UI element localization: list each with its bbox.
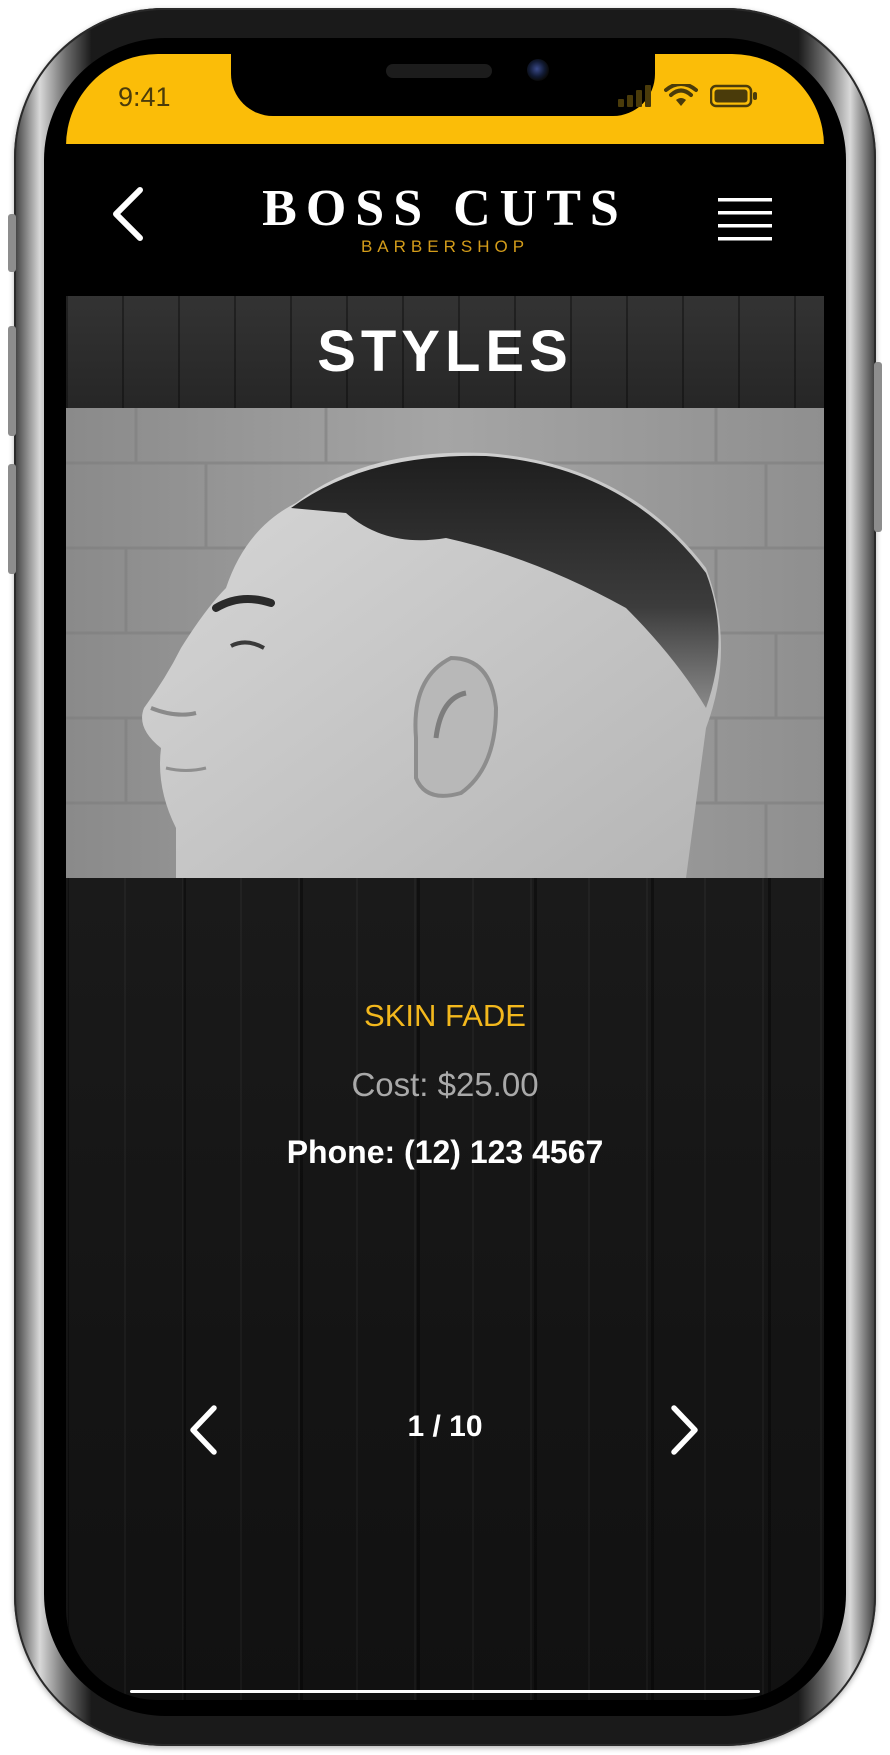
- hamburger-menu-icon: [718, 198, 772, 241]
- prev-style-button[interactable]: [184, 1402, 224, 1458]
- power-button: [874, 362, 882, 532]
- mute-switch: [8, 214, 16, 272]
- hairstyle-photo: [66, 408, 824, 878]
- battery-icon: [710, 84, 757, 108]
- menu-button[interactable]: [716, 196, 776, 250]
- volume-up-button: [8, 326, 16, 436]
- wifi-icon: [664, 84, 698, 106]
- volume-down-button: [8, 464, 16, 574]
- status-icons: [618, 84, 788, 108]
- front-camera: [527, 59, 549, 81]
- chevron-left-icon: [113, 187, 143, 241]
- status-time: 9:41: [118, 82, 171, 112]
- hairstyle-photo-image: [66, 408, 824, 878]
- pager-label: 1 / 10: [407, 1410, 483, 1443]
- phone-screen: 9:41 BOSS CUTS BARBERSHOP STYLES SKIN FA…: [66, 54, 824, 1700]
- title-bar: STYLES: [66, 296, 824, 408]
- cellular-signal-icon: [618, 85, 651, 107]
- next-style-button[interactable]: [664, 1402, 704, 1458]
- brand-logo: BOSS CUTS BARBERSHOP: [186, 182, 704, 258]
- speaker-grille: [386, 64, 492, 78]
- back-button[interactable]: [106, 184, 152, 244]
- status-bar: 9:41: [66, 54, 824, 144]
- chevron-right-icon: [671, 1405, 698, 1455]
- style-cost: Cost: $25.00: [351, 1066, 539, 1103]
- brand-tagline: BARBERSHOP: [360, 237, 530, 256]
- app-header: BOSS CUTS BARBERSHOP: [66, 144, 824, 296]
- chevron-left-icon: [190, 1405, 217, 1455]
- style-name: SKIN FADE: [364, 998, 526, 1033]
- page-title: STYLES: [317, 319, 573, 384]
- style-details: SKIN FADE Cost: $25.00 Phone: (12) 123 4…: [66, 878, 824, 1700]
- notch: [231, 54, 655, 116]
- home-indicator: [130, 1690, 760, 1693]
- style-phone[interactable]: Phone: (12) 123 4567: [66, 1134, 824, 1171]
- brand-name: BOSS CUTS: [262, 180, 628, 237]
- pager: 1 / 10: [66, 1396, 824, 1466]
